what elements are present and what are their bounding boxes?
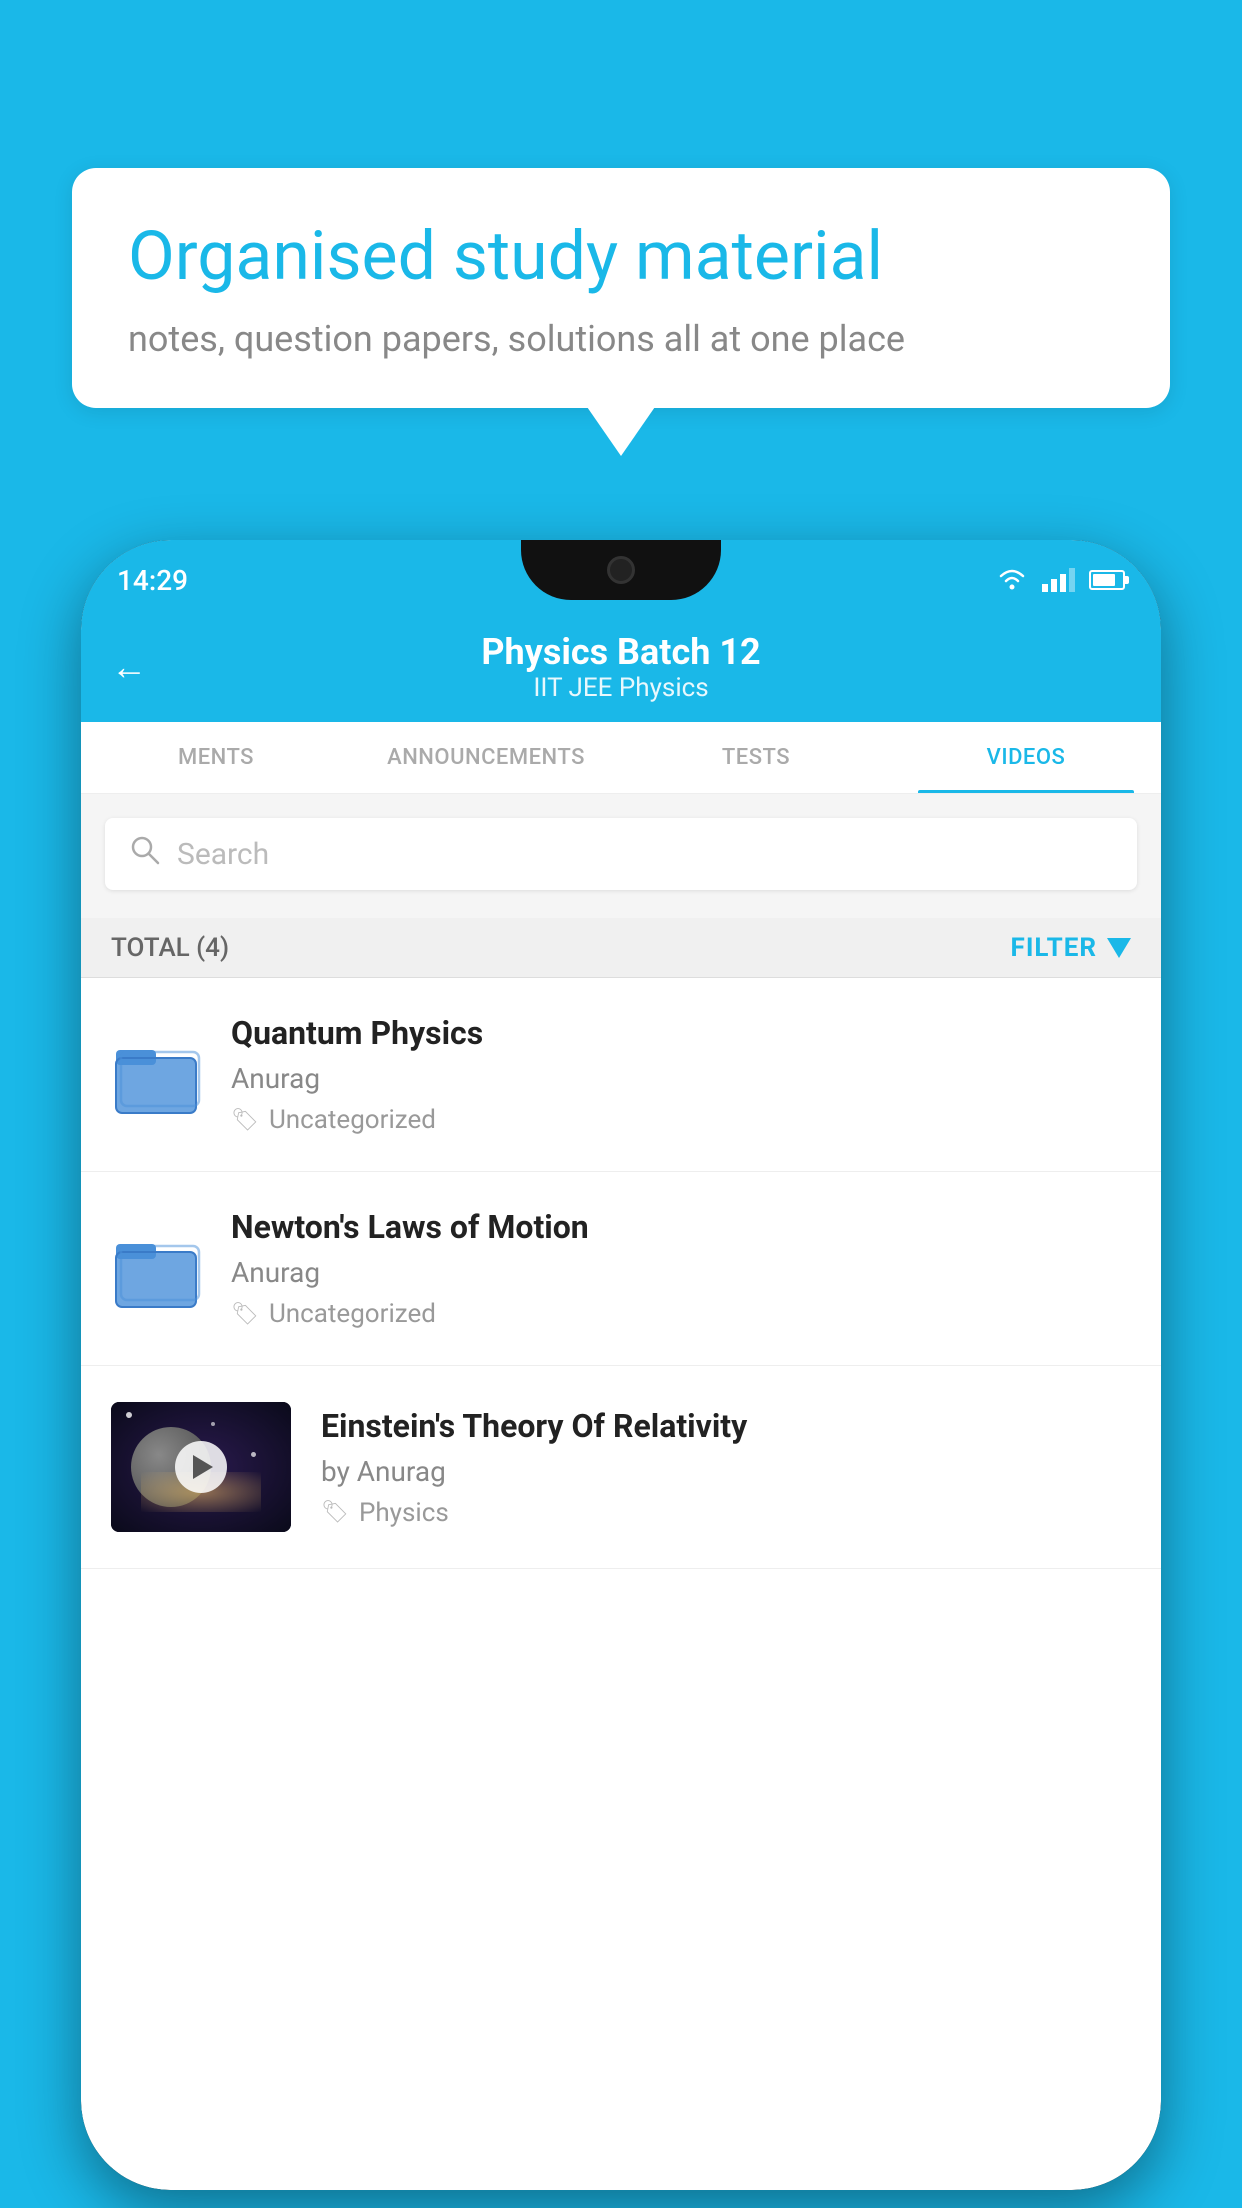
video-info: Einstein's Theory Of Relativity by Anura… [321, 1407, 1131, 1528]
phone-screen: 14:29 [81, 540, 1161, 2190]
filter-label: FILTER [1011, 933, 1097, 963]
status-icons [996, 568, 1125, 592]
play-triangle-icon [193, 1455, 213, 1479]
header-title: Physics Batch 12 [481, 631, 760, 673]
status-time: 14:29 [117, 564, 188, 597]
video-info: Quantum Physics Anurag 🏷 Uncategorized [231, 1014, 1131, 1135]
search-placeholder-text: Search [177, 837, 269, 872]
tag-icon: 🏷 [231, 1108, 259, 1133]
video-title: Quantum Physics [231, 1014, 1131, 1052]
wifi-icon [996, 568, 1028, 592]
tag-label: Uncategorized [269, 1299, 436, 1329]
tab-announcements[interactable]: ANNOUNCEMENTS [351, 722, 621, 793]
filter-icon [1107, 938, 1131, 958]
video-author: Anurag [231, 1062, 1131, 1095]
tag-label: Uncategorized [269, 1105, 436, 1135]
list-item[interactable]: Quantum Physics Anurag 🏷 Uncategorized [81, 978, 1161, 1172]
video-tag: 🏷 Uncategorized [231, 1105, 1131, 1135]
tab-bar: MENTS ANNOUNCEMENTS TESTS VIDEOS [81, 722, 1161, 794]
header-subtitle: IIT JEE Physics [481, 673, 760, 703]
video-info: Newton's Laws of Motion Anurag 🏷 Uncateg… [231, 1208, 1131, 1329]
video-title: Newton's Laws of Motion [231, 1208, 1131, 1246]
phone-notch [521, 540, 721, 600]
video-tag: 🏷 Uncategorized [231, 1299, 1131, 1329]
search-icon [129, 834, 161, 874]
search-bar: Search [81, 802, 1161, 906]
tab-ments[interactable]: MENTS [81, 722, 351, 793]
video-tag: 🏷 Physics [321, 1498, 1131, 1528]
phone-frame: 14:29 [81, 540, 1161, 2190]
tab-tests[interactable]: TESTS [621, 722, 891, 793]
filter-button[interactable]: FILTER [1011, 933, 1131, 963]
tag-label: Physics [359, 1498, 449, 1528]
app-header: ← Physics Batch 12 IIT JEE Physics [81, 612, 1161, 722]
tag-icon: 🏷 [231, 1302, 259, 1327]
folder-icon [111, 1030, 201, 1120]
video-list: Quantum Physics Anurag 🏷 Uncategorized [81, 978, 1161, 2190]
battery-icon [1089, 570, 1125, 590]
video-thumbnail [111, 1402, 291, 1532]
play-button[interactable] [175, 1441, 227, 1493]
speech-bubble: Organised study material notes, question… [72, 168, 1170, 408]
bubble-subtitle: notes, question papers, solutions all at… [128, 318, 1114, 360]
tab-videos[interactable]: VIDEOS [891, 722, 1161, 793]
video-title: Einstein's Theory Of Relativity [321, 1407, 1131, 1445]
list-item[interactable]: Einstein's Theory Of Relativity by Anura… [81, 1366, 1161, 1569]
video-author: Anurag [231, 1256, 1131, 1289]
front-camera [607, 556, 635, 584]
list-item[interactable]: Newton's Laws of Motion Anurag 🏷 Uncateg… [81, 1172, 1161, 1366]
video-author: by Anurag [321, 1455, 1131, 1488]
search-input-wrapper[interactable]: Search [105, 818, 1137, 890]
folder-icon [111, 1224, 201, 1314]
bubble-title: Organised study material [128, 216, 1114, 298]
back-button[interactable]: ← [111, 646, 147, 688]
total-count: TOTAL (4) [111, 933, 229, 963]
header-center: Physics Batch 12 IIT JEE Physics [481, 631, 760, 703]
tag-icon: 🏷 [321, 1500, 349, 1525]
filter-bar: TOTAL (4) FILTER [81, 918, 1161, 978]
signal-icon [1042, 568, 1075, 592]
